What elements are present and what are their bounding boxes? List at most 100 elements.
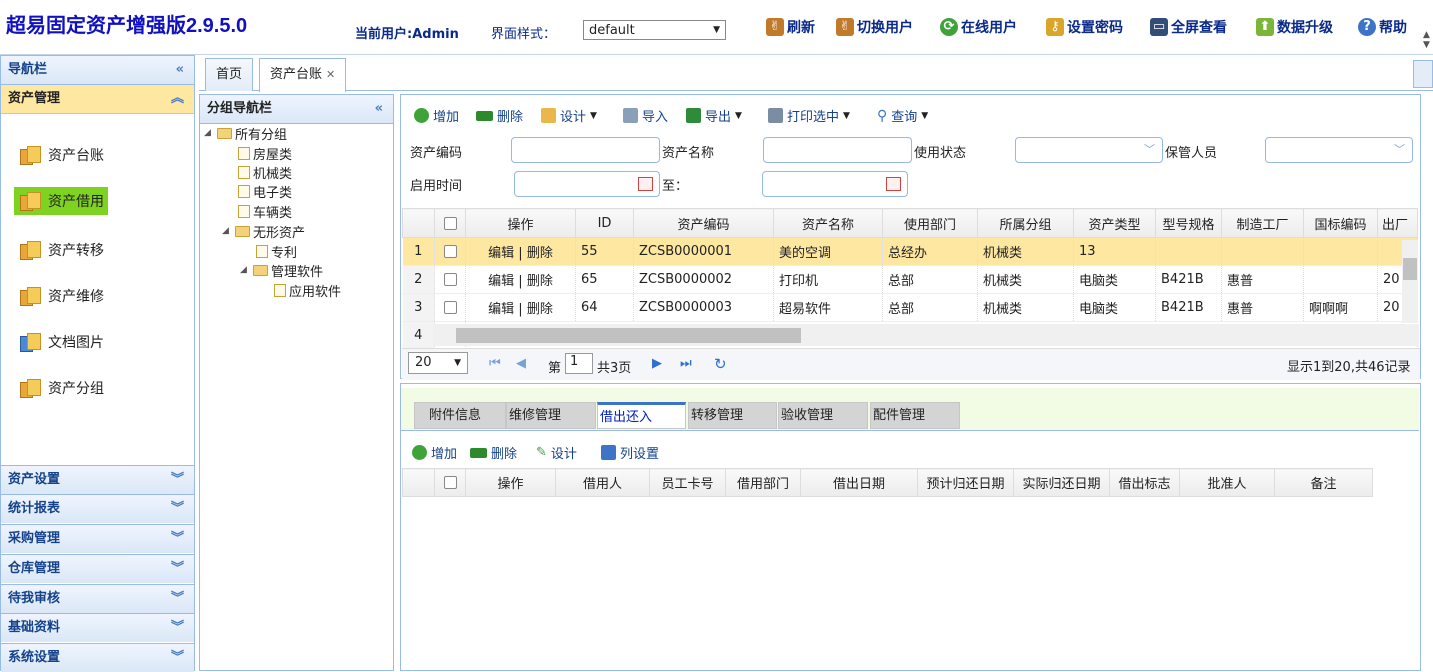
column-header[interactable]: 资产类型 (1073, 208, 1156, 238)
detail-delete-button[interactable]: 删除 (470, 443, 517, 462)
checkbox[interactable] (443, 245, 457, 258)
export-button[interactable]: 导出 ▼ (686, 106, 742, 125)
column-header[interactable]: 国标编码 (1303, 208, 1378, 238)
tab-repair[interactable]: 维修管理 (506, 402, 596, 429)
expand-icon[interactable]: ◢ (204, 128, 214, 138)
nav-item-asset-borrow[interactable]: 资产借用 (14, 187, 108, 215)
nav-item-asset-transfer[interactable]: 资产转移 (17, 236, 108, 264)
nav-group-asset-settings[interactable]: 资产设置 ︾ (1, 465, 194, 494)
column-header[interactable]: 出厂 (1377, 208, 1418, 238)
nav-group-system-settings[interactable]: 系统设置 ︾ (1, 643, 194, 672)
tree-node-electronics[interactable]: 电子类 (238, 182, 292, 201)
page-number-input[interactable]: 1 (565, 353, 593, 374)
query-button[interactable]: ⚲ 查询 ▼ (877, 106, 928, 126)
column-header[interactable]: 实际归还日期 (1013, 468, 1110, 497)
tab-menu-icon[interactable] (1413, 60, 1433, 88)
keeper-select[interactable]: ﹀ (1265, 137, 1413, 163)
design-button[interactable]: 设计 ▼ (541, 106, 597, 125)
asset-code-input[interactable] (511, 137, 660, 163)
nav-item-asset-group[interactable]: 资产分组 (17, 374, 108, 402)
select-all-header[interactable] (434, 468, 466, 497)
asset-name-input[interactable] (763, 137, 912, 163)
collapse-icon[interactable]: « (176, 56, 184, 84)
header-scroll-arrow[interactable]: ▲ ▼ (1423, 30, 1433, 50)
column-header[interactable]: ID (575, 208, 634, 238)
table-row[interactable]: 1 编辑 | 删除 55 ZCSB0000001 美的空调 总经办 机械类 13 (402, 237, 1418, 266)
checkbox[interactable] (443, 216, 457, 230)
column-header[interactable]: 批准人 (1179, 468, 1275, 497)
set-password-button[interactable]: ⚷ 设置密码 (1046, 17, 1123, 37)
fullscreen-button[interactable]: ▭ 全屏查看 (1150, 17, 1227, 37)
add-button[interactable]: 增加 (414, 106, 459, 125)
tree-node-all[interactable]: ◢ 所有分组 (204, 124, 287, 143)
nav-group-warehouse[interactable]: 仓库管理 ︾ (1, 554, 194, 583)
calendar-icon[interactable] (886, 177, 901, 191)
checkbox[interactable] (443, 301, 457, 314)
nav-item-documents[interactable]: 文档图片 (17, 328, 108, 356)
scrollbar-thumb[interactable] (456, 328, 801, 343)
column-header[interactable]: 使用部门 (882, 208, 978, 238)
tab-parts[interactable]: 配件管理 (870, 402, 960, 429)
tab-asset-ledger[interactable]: 资产台账 ✕ (259, 58, 347, 92)
tree-node-intangible[interactable]: ◢ 无形资产 (222, 222, 305, 241)
select-all-header[interactable] (434, 208, 466, 238)
column-header[interactable]: 借用人 (555, 468, 650, 497)
import-button[interactable]: 导入 (623, 106, 668, 125)
data-upgrade-button[interactable]: ⬆ 数据升级 (1256, 17, 1333, 37)
tree-node-app-software[interactable]: 应用软件 (274, 281, 341, 300)
start-date-from-input[interactable] (514, 171, 660, 197)
nav-group-reports[interactable]: 统计报表 ︾ (1, 494, 194, 523)
row-actions[interactable]: 编辑 | 删除 (465, 237, 576, 266)
tab-home[interactable]: 首页 (205, 58, 254, 91)
table-row[interactable]: 3 编辑 | 删除 64 ZCSB0000003 超易软件 总部 机械类 电脑类 B421B 惠… (402, 293, 1418, 322)
help-button[interactable]: ? 帮助 (1358, 17, 1407, 37)
tree-node-patent[interactable]: 专利 (256, 242, 297, 261)
reload-icon[interactable]: ↻ (714, 355, 727, 373)
column-header[interactable]: 预计归还日期 (917, 468, 1014, 497)
collapse-icon[interactable]: « (375, 95, 383, 123)
last-page-icon[interactable]: ⏭ (680, 356, 692, 371)
tab-borrow-return[interactable]: 借出还入 (597, 402, 686, 429)
nav-group-basic-data[interactable]: 基础资料 ︾ (1, 613, 194, 642)
nav-group-asset-management[interactable]: 资产管理 ︽ (1, 85, 194, 114)
table-row[interactable]: 2 编辑 | 删除 65 ZCSB0000002 打印机 总部 机械类 电脑类 B421B 惠普… (402, 265, 1418, 294)
tree-node-housing[interactable]: 房屋类 (238, 144, 292, 163)
column-header[interactable]: 操作 (465, 208, 576, 238)
column-header[interactable]: 型号规格 (1155, 208, 1222, 238)
calendar-icon[interactable] (638, 177, 653, 191)
nav-item-asset-ledger[interactable]: 资产台账 (17, 141, 108, 169)
column-header[interactable]: 操作 (465, 468, 556, 497)
tab-acceptance[interactable]: 验收管理 (778, 402, 868, 429)
expand-icon[interactable]: ◢ (222, 226, 232, 236)
prev-page-icon[interactable]: ◀ (516, 356, 526, 371)
column-header[interactable]: 备注 (1274, 468, 1373, 497)
first-page-icon[interactable]: ⏮ (489, 356, 501, 371)
tree-node-vehicles[interactable]: 车辆类 (238, 202, 292, 221)
grid-vertical-scrollbar[interactable] (1402, 240, 1418, 323)
column-header[interactable]: 员工卡号 (649, 468, 726, 497)
style-select[interactable]: default ▼ (583, 20, 726, 40)
column-settings-button[interactable]: 列设置 (601, 443, 659, 462)
column-header[interactable]: 借出日期 (800, 468, 918, 497)
tree-node-machinery[interactable]: 机械类 (238, 163, 292, 182)
delete-button[interactable]: 删除 (476, 106, 523, 125)
checkbox[interactable] (443, 476, 457, 489)
column-header[interactable]: 资产编码 (633, 208, 774, 238)
scrollbar-thumb[interactable] (1403, 258, 1417, 280)
nav-group-pending-review[interactable]: 待我审核 ︾ (1, 584, 194, 613)
tab-transfer[interactable]: 转移管理 (688, 402, 777, 429)
page-size-select[interactable]: 20 ▼ (408, 352, 468, 374)
next-page-icon[interactable]: ▶ (652, 356, 662, 371)
nav-item-asset-repair[interactable]: 资产维修 (17, 282, 108, 310)
detail-design-button[interactable]: ✎ 设计 (536, 443, 577, 462)
column-header[interactable]: 制造工厂 (1221, 208, 1304, 238)
usage-status-select[interactable]: ﹀ (1015, 137, 1163, 163)
online-users-button[interactable]: ⟳ 在线用户 (940, 17, 1017, 37)
row-actions[interactable]: 编辑 | 删除 (465, 265, 576, 294)
close-icon[interactable]: ✕ (326, 68, 335, 81)
row-actions[interactable]: 编辑 | 删除 (465, 293, 576, 322)
switch-user-button[interactable]: ✌ 切换用户 (836, 17, 913, 37)
detail-add-button[interactable]: 增加 (412, 443, 457, 462)
nav-group-purchase[interactable]: 采购管理 ︾ (1, 524, 194, 553)
print-selected-button[interactable]: 打印选中 ▼ (768, 106, 850, 125)
